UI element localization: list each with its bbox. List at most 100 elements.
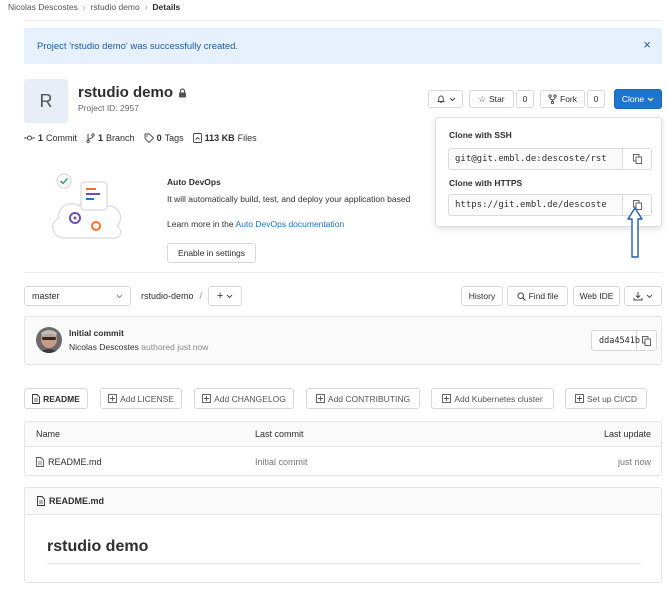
plus-icon: + bbox=[216, 290, 224, 302]
chevron-down-icon bbox=[449, 97, 456, 102]
fork-button[interactable]: Fork bbox=[540, 90, 585, 108]
breadcrumb: Nicolas Descostes › rstudio demo › Detai… bbox=[8, 0, 180, 14]
star-button[interactable]: ☆ Star bbox=[469, 90, 514, 108]
flash-message: Project 'rstudio demo' was successfully … bbox=[37, 40, 239, 52]
tags-label: Tags bbox=[164, 133, 184, 143]
download-icon bbox=[633, 291, 643, 301]
add-kubernetes-cluster-button[interactable]: Add Kubernetes cluster bbox=[431, 388, 554, 409]
set-up-cicd-label: Set up CI/CD bbox=[586, 393, 638, 404]
add-license-label: Add LICENSE bbox=[120, 393, 174, 404]
plus-square-icon bbox=[442, 394, 452, 403]
readme-button[interactable]: README bbox=[24, 388, 88, 409]
chevron-down-icon bbox=[646, 294, 653, 299]
up-arrow-annotation-icon bbox=[627, 207, 643, 259]
star-label: Star bbox=[489, 94, 505, 104]
file-icon bbox=[32, 393, 41, 404]
section-divider bbox=[24, 272, 662, 273]
project-id: Project ID: 2957 bbox=[78, 103, 139, 113]
auto-devops-illustration bbox=[45, 166, 129, 244]
add-license-button[interactable]: Add LICENSE bbox=[100, 388, 182, 409]
disk-icon bbox=[192, 133, 202, 143]
branch-selector[interactable]: master bbox=[24, 286, 131, 306]
copy-sha-button[interactable] bbox=[637, 335, 656, 346]
copy-icon bbox=[632, 154, 642, 164]
auto-devops-title: Auto DevOps bbox=[167, 177, 221, 187]
last-commit-panel: Initial commit Nicolas Descostes authore… bbox=[24, 316, 662, 365]
web-ide-button[interactable]: Web IDE bbox=[573, 286, 620, 306]
branch-icon bbox=[86, 133, 95, 143]
branches-stat[interactable]: 1 Branch bbox=[86, 133, 135, 143]
close-icon[interactable]: × bbox=[643, 38, 651, 52]
add-changelog-label: Add CHANGELOG bbox=[214, 393, 286, 404]
copy-ssh-url-button[interactable] bbox=[622, 148, 652, 170]
tags-stat[interactable]: 0 Tags bbox=[144, 133, 184, 143]
file-icon bbox=[36, 457, 44, 467]
readme-heading-rule bbox=[47, 563, 641, 564]
add-kubernetes-label: Add Kubernetes cluster bbox=[454, 393, 543, 404]
tags-count: 0 bbox=[156, 133, 162, 143]
set-up-cicd-button[interactable]: Set up CI/CD bbox=[565, 388, 647, 409]
commit-icon bbox=[24, 134, 35, 142]
learn-more-text: Learn more in the bbox=[167, 219, 234, 229]
branch-name: master bbox=[32, 291, 60, 301]
add-changelog-button[interactable]: Add CHANGELOG bbox=[194, 388, 294, 409]
commit-meta: authored just now bbox=[141, 342, 209, 352]
clone-ssh-url-field[interactable]: git@git.embl.de:descoste/rst bbox=[448, 148, 623, 170]
commit-sha-group: dda4541b bbox=[591, 330, 657, 351]
project-title: rstudio demo bbox=[78, 84, 187, 101]
auto-devops-docs-link[interactable]: Auto DevOps documentation bbox=[236, 219, 345, 229]
clone-https-url-field[interactable]: https://git.embl.de/descoste bbox=[448, 194, 623, 216]
fork-count[interactable]: 0 bbox=[587, 90, 605, 108]
find-file-button[interactable]: Find file bbox=[507, 286, 568, 306]
commit-sha[interactable]: dda4541b bbox=[592, 331, 640, 350]
chevron-down-icon bbox=[226, 294, 233, 299]
avatar[interactable] bbox=[36, 327, 62, 353]
branches-label: Branch bbox=[106, 133, 135, 143]
file-last-commit[interactable]: Initial commit bbox=[255, 457, 308, 467]
breadcrumb-separator-icon: › bbox=[82, 2, 86, 12]
commit-author-line: Nicolas Descostes authored just now bbox=[69, 342, 208, 352]
project-stats: 1 Commit 1 Branch 0 Tags 113 KB Files bbox=[24, 133, 257, 143]
file-name[interactable]: README.md bbox=[48, 457, 102, 467]
commit-title[interactable]: Initial commit bbox=[69, 328, 124, 338]
plus-square-icon bbox=[202, 394, 212, 403]
download-dropdown[interactable] bbox=[624, 286, 662, 306]
files-stat[interactable]: 113 KB Files bbox=[192, 133, 257, 143]
branches-count: 1 bbox=[98, 133, 104, 143]
fork-label: Fork bbox=[560, 94, 577, 104]
clone-https-label: Clone with HTTPS bbox=[449, 178, 523, 188]
clone-button[interactable]: Clone bbox=[614, 89, 662, 109]
breadcrumb-separator-icon: › bbox=[144, 2, 148, 12]
clone-label: Clone bbox=[621, 94, 645, 104]
fork-icon bbox=[548, 94, 557, 104]
breadcrumb-item-current[interactable]: Details bbox=[152, 2, 180, 12]
path-separator: / bbox=[199, 291, 203, 301]
readme-filename[interactable]: README.md bbox=[49, 496, 104, 506]
table-header: Name Last commit Last update bbox=[25, 422, 661, 447]
copy-icon bbox=[642, 335, 651, 346]
history-button[interactable]: History bbox=[461, 286, 503, 306]
readme-preview: README.md rstudio demo bbox=[24, 487, 662, 583]
breadcrumb-item-project[interactable]: rstudio demo bbox=[91, 2, 140, 12]
chevron-down-icon bbox=[647, 97, 654, 102]
auto-devops-description: It will automatically build, test, and d… bbox=[167, 194, 411, 204]
file-name-cell[interactable]: README.md bbox=[36, 457, 102, 467]
plus-square-icon bbox=[575, 394, 584, 403]
plus-square-icon bbox=[108, 394, 118, 403]
add-contributing-button[interactable]: Add CONTRIBUTING bbox=[306, 388, 420, 409]
readme-heading: rstudio demo bbox=[47, 538, 149, 555]
flash-notice: Project 'rstudio demo' was successfully … bbox=[24, 28, 662, 64]
commits-stat[interactable]: 1 Commit bbox=[24, 133, 77, 143]
repo-path-root[interactable]: rstudio-demo bbox=[141, 291, 194, 301]
file-tree-table: Name Last commit Last update README.md I… bbox=[24, 421, 662, 476]
clone-ssh-label: Clone with SSH bbox=[449, 130, 512, 140]
enable-in-settings-button[interactable]: Enable in settings bbox=[167, 243, 256, 263]
breadcrumb-item-namespace[interactable]: Nicolas Descostes bbox=[8, 2, 78, 12]
auto-devops-learn-more: Learn more in the Auto DevOps documentat… bbox=[167, 219, 344, 229]
star-count[interactable]: 0 bbox=[516, 90, 534, 108]
add-to-tree-dropdown[interactable]: + bbox=[208, 286, 243, 306]
search-icon bbox=[517, 291, 526, 301]
commit-author[interactable]: Nicolas Descostes bbox=[69, 342, 139, 352]
tag-icon bbox=[144, 133, 154, 143]
notification-dropdown[interactable] bbox=[428, 90, 463, 108]
